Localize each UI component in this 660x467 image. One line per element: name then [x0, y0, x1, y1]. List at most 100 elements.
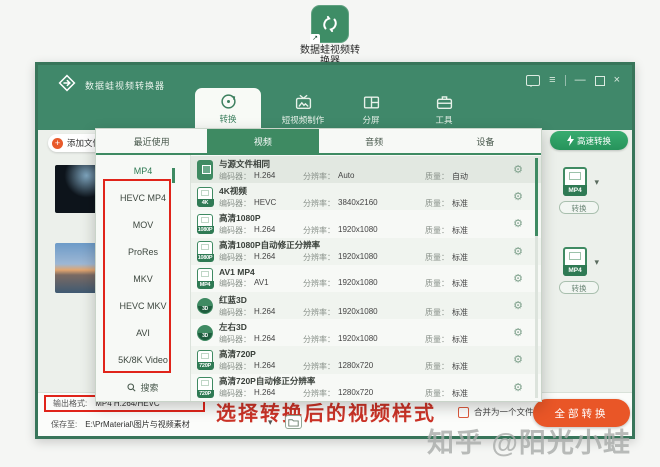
save-path-value[interactable]: E:\PrMaterial\图片与视频素材	[85, 419, 189, 430]
tab-split-screen[interactable]: 分屏	[342, 94, 400, 126]
scrollbar-thumb[interactable]	[535, 158, 538, 236]
menu-icon[interactable]: ≡	[549, 75, 555, 86]
tab-video[interactable]: 视频	[207, 129, 318, 153]
quality-value: 标准	[452, 252, 468, 263]
preset-row[interactable]: 3D 红蓝3D 编码器：H.264 分辨率：1920x1080 质量：标准	[191, 292, 541, 319]
format-category-item[interactable]: MP4	[96, 157, 190, 184]
format-category-item[interactable]: AVI	[96, 319, 190, 346]
window-controls: ≡ — ×	[526, 75, 620, 86]
tab-audio[interactable]: 音频	[319, 129, 430, 153]
preset-row[interactable]: 720P 高清720P 编码器：H.264 分辨率：1280x720 质量：标准	[191, 346, 541, 373]
fast-convert-button[interactable]: 高速转换	[550, 131, 628, 150]
close-button[interactable]: ×	[614, 75, 620, 86]
format-category-item[interactable]: MOV	[96, 211, 190, 238]
maximize-button[interactable]	[595, 76, 605, 86]
resolution-value: 1920x1080	[338, 334, 378, 345]
encoder-value: H.264	[254, 361, 275, 372]
video-thumbnail-1[interactable]	[55, 165, 97, 213]
chevron-down-icon[interactable]: ▾	[268, 417, 273, 428]
minimize-button[interactable]: —	[575, 75, 586, 86]
category-label: MKV	[133, 274, 153, 284]
feedback-icon[interactable]	[526, 75, 540, 86]
convert-file-button[interactable]: 转换	[559, 201, 599, 214]
convert-icon	[220, 93, 237, 110]
format-category-item[interactable]: MKV	[96, 265, 190, 292]
resolution-value: Auto	[338, 171, 354, 182]
chevron-down-icon[interactable]: ▾	[594, 257, 599, 268]
preset-name: 高清1080P	[219, 212, 507, 224]
app-logo-icon	[318, 12, 342, 36]
convert-file-button[interactable]: 转换	[559, 281, 599, 294]
format-badge-icon: 720P	[197, 350, 213, 370]
gear-icon[interactable]: ⚙	[513, 245, 523, 258]
quality-value: 标准	[452, 278, 468, 289]
browse-folder-button[interactable]	[285, 415, 302, 429]
video-thumbnail-2[interactable]	[55, 243, 97, 293]
gear-icon[interactable]: ⚙	[513, 217, 523, 230]
tab-recently-used[interactable]: 最近使用	[96, 129, 207, 153]
format-badge-icon: 720P	[197, 377, 213, 397]
resolution-value: 1920x1080	[338, 307, 378, 318]
search-icon	[127, 383, 136, 392]
merge-checkbox[interactable]	[458, 407, 469, 418]
format-category-item[interactable]: HEVC MP4	[96, 184, 190, 211]
preset-row[interactable]: 与源文件相同 编码器：H.264 分辨率：Auto 质量：自动 ⚙	[191, 156, 541, 183]
category-label: HEVC MKV	[119, 301, 166, 311]
gear-icon[interactable]: ⚙	[513, 381, 523, 394]
preset-row[interactable]: 3D 左右3D 编码器：H.264 分辨率：1920x1080 质量：标准	[191, 319, 541, 346]
encoder-value: H.264	[254, 171, 275, 182]
preset-row[interactable]: 1080P 高清1080P自动修正分辨率 编码器：H.264 分辨率：1920x…	[191, 238, 541, 265]
tab-tools[interactable]: 工具	[414, 94, 474, 126]
category-label: AVI	[136, 328, 150, 338]
quality-value: 标准	[452, 361, 468, 372]
format-badge-icon: 3D	[197, 325, 213, 341]
gear-icon[interactable]: ⚙	[513, 326, 523, 339]
tab-label: 转换	[219, 113, 236, 125]
quality-value: 标准	[452, 225, 468, 236]
format-category-item[interactable]: 5K/8K Video	[96, 346, 190, 373]
resolution-value: 1920x1080	[338, 278, 378, 289]
encoder-value: H.264	[254, 225, 275, 236]
split-screen-icon	[363, 94, 380, 111]
gear-icon[interactable]: ⚙	[513, 163, 523, 176]
plus-icon: +	[52, 138, 63, 149]
quality-value: 标准	[452, 334, 468, 345]
preset-row[interactable]: 720P 高清720P自动修正分辨率 编码器：H.264 分辨率：1280x72…	[191, 374, 541, 401]
tab-short-video-maker[interactable]: 短视频制作	[266, 94, 340, 126]
output-format-selector[interactable]: MP4	[563, 167, 587, 196]
file-output-widget-1: MP4 ▾ 转换	[559, 167, 599, 214]
resolution-value: 3840x2160	[338, 198, 378, 209]
gear-icon[interactable]: ⚙	[513, 272, 523, 285]
preset-row[interactable]: MP4 AV1 MP4 编码器：AV1 分辨率：1920x1080 质量：标准	[191, 265, 541, 292]
title-bar: 数据蛙视频转换器 ≡ — × 转换	[38, 65, 632, 130]
format-badge-icon: 1080P	[197, 241, 213, 261]
preset-name: 与源文件相同	[219, 158, 507, 170]
divider	[565, 75, 566, 86]
format-badge-icon: 4K	[197, 187, 213, 207]
tab-convert[interactable]: 转换	[195, 88, 261, 130]
format-category-item[interactable]: HEVC MKV	[96, 292, 190, 319]
file-output-widget-2: MP4 ▾ 转换	[559, 247, 599, 294]
tab-device[interactable]: 设备	[430, 129, 541, 153]
encoder-value: AV1	[254, 278, 269, 289]
format-category-item[interactable]: ProRes	[96, 238, 190, 265]
resolution-value: 1920x1080	[338, 252, 378, 263]
desktop-shortcut[interactable]: ↗	[311, 5, 349, 43]
format-badge-icon: MP4	[197, 268, 213, 288]
preset-name: AV1 MP4	[219, 267, 507, 277]
gear-icon[interactable]: ⚙	[513, 299, 523, 312]
gear-icon[interactable]: ⚙	[513, 353, 523, 366]
format-category-list: MP4 HEVC MP4 MOV ProRes	[96, 155, 191, 401]
format-picker-panel: 最近使用 视频 音频 设备 MP4 HEVC MP4	[95, 128, 542, 402]
chevron-down-icon[interactable]: ▾	[594, 177, 599, 188]
format-badge-icon	[197, 160, 213, 180]
gear-icon[interactable]: ⚙	[513, 190, 523, 203]
preset-row[interactable]: 4K 4K视频 编码器：HEVC 分辨率：3840x2160 质量：标准	[191, 183, 541, 210]
output-format-selector[interactable]: MP4	[563, 247, 587, 276]
preset-row[interactable]: 1080P 高清1080P 编码器：H.264 分辨率：1920x1080 质量…	[191, 210, 541, 237]
resolution-value: 1280x720	[338, 361, 373, 372]
lightning-icon	[567, 135, 574, 146]
search-button[interactable]: 搜索	[96, 381, 190, 394]
format-badge-icon: 1080P	[197, 214, 213, 234]
scrollbar[interactable]	[535, 158, 538, 398]
